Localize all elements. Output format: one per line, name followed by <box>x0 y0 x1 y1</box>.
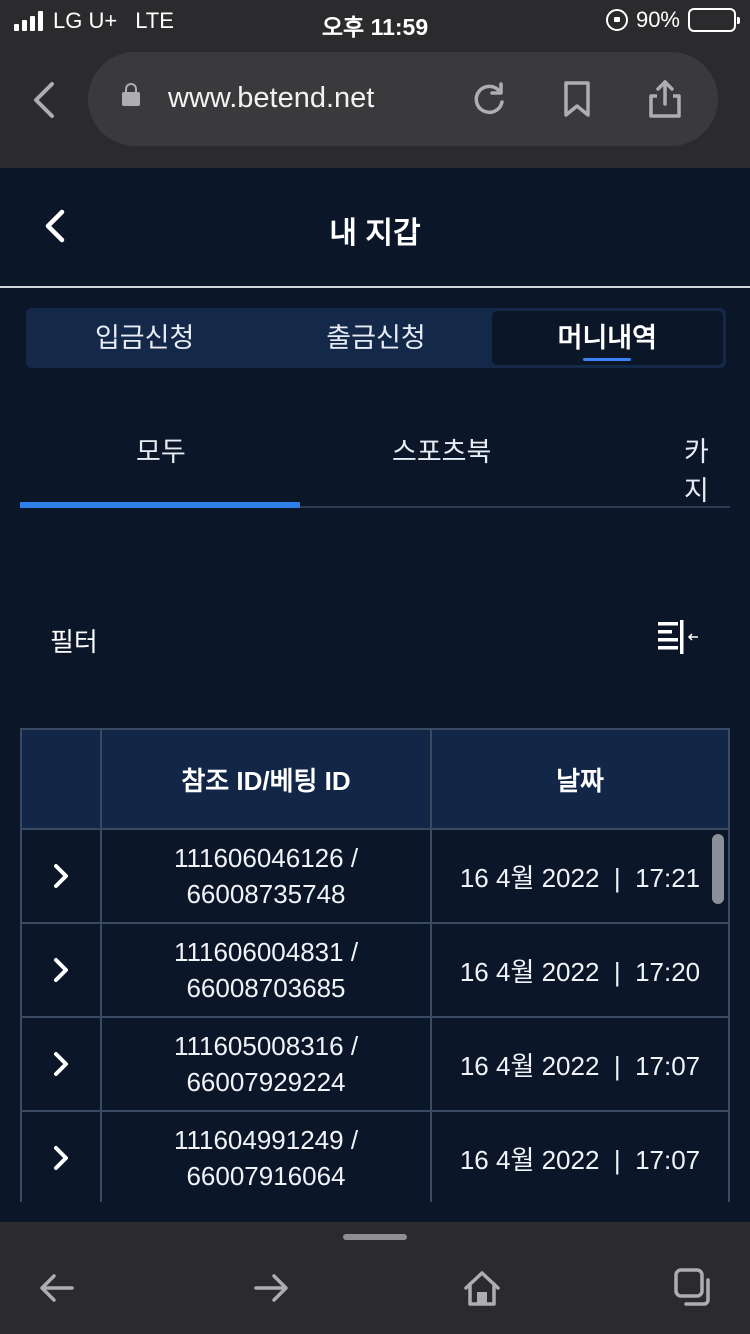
browser-toolbar <box>0 1222 750 1334</box>
browser-back-icon[interactable] <box>30 80 60 120</box>
date-cell: 16 4월 2022 | 17:20 <box>459 956 701 987</box>
tab-all[interactable]: 모두 <box>136 430 186 469</box>
table-scrollbar[interactable] <box>712 834 724 904</box>
bookmark-icon[interactable] <box>558 80 596 118</box>
bet-id: 66007929224 <box>186 1067 346 1097</box>
table-header: 참조 ID/베팅 ID 날짜 <box>22 730 728 830</box>
date-cell: 16 4월 2022 | 17:21 <box>459 862 701 893</box>
reload-icon[interactable] <box>470 80 508 118</box>
header-expand <box>22 730 102 828</box>
toolbar-grabber[interactable] <box>343 1234 407 1240</box>
wallet-segmented-control: 입금신청 출금신청 머니내역 <box>26 308 726 368</box>
bet-id: 66008735748 <box>186 879 346 909</box>
filter-label: 필터 <box>50 627 98 657</box>
tab-sportsbook[interactable]: 스포츠북 <box>392 430 491 469</box>
active-tab-indicator <box>20 502 300 508</box>
header-reference-id: 참조 ID/베팅 ID <box>102 730 432 828</box>
bet-id: 66007916064 <box>186 1161 346 1191</box>
orientation-lock-icon <box>605 9 628 31</box>
expand-row-button[interactable] <box>22 1018 102 1110</box>
reference-id: 111605008316 / <box>173 1031 359 1061</box>
page-header: 내 지갑 <box>0 168 750 288</box>
expand-row-button[interactable] <box>22 830 102 922</box>
bet-id: 66008703685 <box>186 973 346 1003</box>
arrow-back-icon[interactable] <box>38 1268 78 1308</box>
battery-percent: 90% <box>635 7 680 32</box>
tab-casino[interactable]: 카지 <box>684 430 730 508</box>
date-cell: 16 4월 2022 | 17:07 <box>459 1144 701 1175</box>
reference-id: 111606046126 / <box>173 843 359 873</box>
battery-icon <box>688 8 740 32</box>
chevron-right-icon <box>54 1146 68 1170</box>
reference-cell: 111606046126 / 66008735748 <box>102 830 432 922</box>
reference-id: 111606004831 / <box>173 937 359 967</box>
segment-money-history[interactable]: 머니내역 <box>491 311 723 365</box>
transactions-table: 참조 ID/베팅 ID 날짜 111606046126 / 66008735748… <box>20 728 730 1202</box>
expand-row-button[interactable] <box>22 1112 102 1202</box>
home-icon[interactable] <box>462 1268 502 1308</box>
segment-withdraw[interactable]: 출금신청 <box>260 311 491 365</box>
table-row[interactable]: 111606046126 / 66008735748 16 4월 2022 | 1… <box>22 830 728 924</box>
tabs-icon[interactable] <box>674 1268 714 1308</box>
share-icon[interactable] <box>646 80 684 118</box>
browser-bar: www.betend.net <box>0 44 750 168</box>
reference-cell: 111605008316 / 66007929224 <box>102 1018 432 1110</box>
chevron-right-icon <box>54 864 68 888</box>
page-title: 내 지갑 <box>329 217 421 250</box>
reference-cell: 111606004831 / 66008703685 <box>102 924 432 1016</box>
table-row[interactable]: 111605008316 / 66007929224 16 4월 2022 | 1… <box>22 1018 728 1112</box>
chevron-right-icon <box>54 1052 68 1076</box>
expand-row-button[interactable] <box>22 924 102 1016</box>
url-bar[interactable]: www.betend.net <box>88 52 718 146</box>
date-cell: 16 4월 2022 | 17:07 <box>459 1050 701 1081</box>
segment-deposit[interactable]: 입금신청 <box>29 311 260 365</box>
arrow-forward-icon[interactable] <box>250 1268 290 1308</box>
header-date: 날짜 <box>556 765 604 796</box>
lock-icon <box>122 83 140 106</box>
url-text[interactable]: www.betend.net <box>168 82 374 115</box>
filter-toggle-icon[interactable] <box>656 618 700 658</box>
reference-id: 111604991249 / <box>173 1125 359 1155</box>
category-tabs: 모두 스포츠북 카지 <box>20 400 730 508</box>
status-bar: LG U+ LTE 오후 11:59 90% <box>0 0 750 44</box>
reference-cell: 111604991249 / 66007916064 <box>102 1112 432 1202</box>
status-right: 90% <box>605 7 740 33</box>
table-row[interactable]: 111606004831 / 66008703685 16 4월 2022 | 1… <box>22 924 728 1018</box>
chevron-right-icon <box>54 958 68 982</box>
table-row[interactable]: 111604991249 / 66007916064 16 4월 2022 | 1… <box>22 1112 728 1202</box>
